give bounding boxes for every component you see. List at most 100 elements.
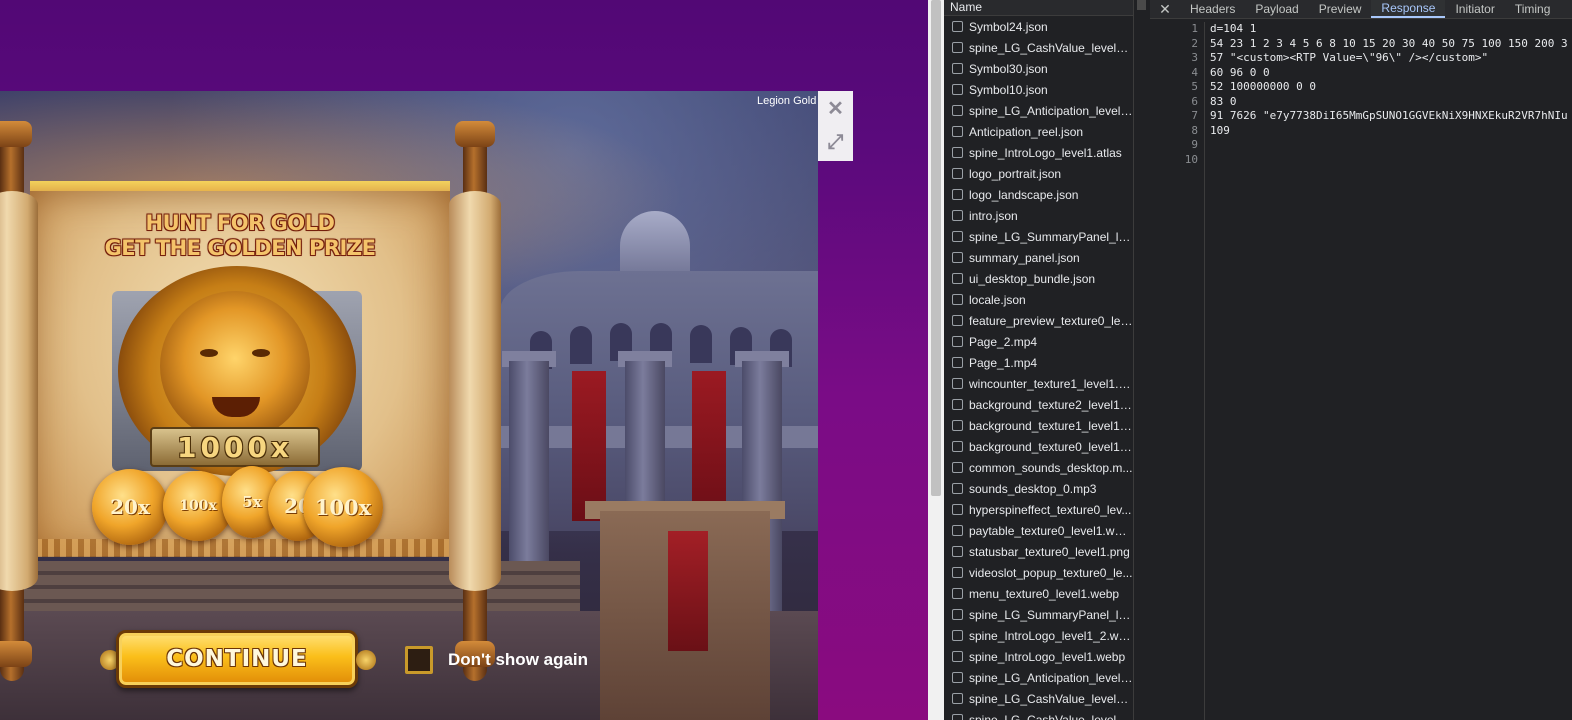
request-checkbox[interactable] bbox=[952, 630, 963, 641]
request-row[interactable]: hyperspineffect_texture0_lev... bbox=[944, 499, 1133, 520]
request-checkbox[interactable] bbox=[952, 462, 963, 473]
game-title: Legion Gold bbox=[757, 95, 817, 107]
dont-show-again-option[interactable]: Don't show again bbox=[405, 646, 588, 674]
request-row[interactable]: Page_2.mp4 bbox=[944, 331, 1133, 352]
request-checkbox[interactable] bbox=[952, 63, 963, 74]
request-checkbox[interactable] bbox=[952, 441, 963, 452]
request-row[interactable]: spine_LG_CashValue_level1.at... bbox=[944, 37, 1133, 58]
lion-head-image bbox=[160, 291, 310, 441]
request-row[interactable]: background_texture1_level1.... bbox=[944, 415, 1133, 436]
request-checkbox[interactable] bbox=[952, 105, 963, 116]
request-checkbox[interactable] bbox=[952, 588, 963, 599]
request-row[interactable]: statusbar_texture0_level1.png bbox=[944, 541, 1133, 562]
request-row[interactable]: ui_desktop_bundle.json bbox=[944, 268, 1133, 289]
tab-headers[interactable]: Headers bbox=[1180, 0, 1245, 18]
request-checkbox[interactable] bbox=[952, 126, 963, 137]
request-row[interactable]: spine_IntroLogo_level1.webp bbox=[944, 646, 1133, 667]
request-name: logo_landscape.json bbox=[969, 187, 1079, 202]
request-checkbox[interactable] bbox=[952, 189, 963, 200]
game-side-controls: ✕ ⤢ bbox=[818, 91, 853, 161]
tab-timing[interactable]: Timing bbox=[1505, 0, 1561, 18]
request-checkbox[interactable] bbox=[952, 693, 963, 704]
request-row[interactable]: wincounter_texture1_level1.p... bbox=[944, 373, 1133, 394]
request-row[interactable]: menu_texture0_level1.webp bbox=[944, 583, 1133, 604]
request-checkbox[interactable] bbox=[952, 357, 963, 368]
request-row[interactable]: Symbol10.json bbox=[944, 79, 1133, 100]
request-checkbox[interactable] bbox=[952, 21, 963, 32]
request-row[interactable]: summary_panel.json bbox=[944, 247, 1133, 268]
request-row[interactable]: background_texture0_level1.... bbox=[944, 436, 1133, 457]
game-frame: HUNT FOR GOLD GET THE GOLDEN PRIZE 1000x… bbox=[0, 91, 818, 720]
request-checkbox[interactable] bbox=[952, 609, 963, 620]
request-row[interactable]: spine_IntroLogo_level1.atlas bbox=[944, 142, 1133, 163]
tab-initiator[interactable]: Initiator bbox=[1445, 0, 1504, 18]
request-row[interactable]: background_texture2_level1.j... bbox=[944, 394, 1133, 415]
request-row[interactable]: Symbol24.json bbox=[944, 16, 1133, 37]
request-checkbox[interactable] bbox=[952, 504, 963, 515]
response-text[interactable]: d=104 1 54 23 1 2 3 4 5 6 8 10 15 20 30 4… bbox=[1205, 22, 1568, 720]
tab-payload[interactable]: Payload bbox=[1245, 0, 1308, 18]
close-detail-icon[interactable]: ✕ bbox=[1150, 0, 1180, 18]
request-checkbox[interactable] bbox=[952, 651, 963, 662]
request-checkbox[interactable] bbox=[952, 420, 963, 431]
request-row[interactable]: logo_portrait.json bbox=[944, 163, 1133, 184]
request-row[interactable]: logo_landscape.json bbox=[944, 184, 1133, 205]
scroll-greek-border bbox=[30, 539, 450, 557]
multiplier-plate: 1000x bbox=[150, 427, 320, 467]
request-row[interactable]: intro.json bbox=[944, 205, 1133, 226]
continue-button[interactable]: CONTINUE bbox=[116, 630, 358, 688]
request-checkbox[interactable] bbox=[952, 546, 963, 557]
request-checkbox[interactable] bbox=[952, 273, 963, 284]
request-detail-panel: ✕ Headers Payload Preview Response Initi… bbox=[1150, 0, 1572, 720]
request-row[interactable]: feature_preview_texture0_lev... bbox=[944, 310, 1133, 331]
request-row[interactable]: spine_LG_Anticipation_level1.... bbox=[944, 100, 1133, 121]
request-row[interactable]: paytable_texture0_level1.webp bbox=[944, 520, 1133, 541]
request-list-scrollbar[interactable] bbox=[1134, 0, 1149, 720]
page-scrollbar[interactable] bbox=[928, 0, 944, 720]
request-row[interactable]: locale.json bbox=[944, 289, 1133, 310]
request-checkbox[interactable] bbox=[952, 714, 963, 720]
request-checkbox[interactable] bbox=[952, 42, 963, 53]
page-scrollbar-thumb[interactable] bbox=[931, 0, 941, 496]
request-checkbox[interactable] bbox=[952, 231, 963, 242]
request-checkbox[interactable] bbox=[952, 483, 963, 494]
request-checkbox[interactable] bbox=[952, 294, 963, 305]
response-body[interactable]: 1 2 3 4 5 6 7 8 9 10 d=104 1 54 23 1 2 3 4 5 6 8 1… bbox=[1150, 22, 1572, 720]
request-checkbox[interactable] bbox=[952, 525, 963, 536]
request-row[interactable]: Symbol30.json bbox=[944, 58, 1133, 79]
close-icon[interactable]: ✕ bbox=[818, 91, 853, 125]
request-row[interactable]: common_sounds_desktop.m... bbox=[944, 457, 1133, 478]
request-name: spine_LG_CashValue_level1.w... bbox=[969, 712, 1133, 720]
multiplier-text: 1000x bbox=[177, 430, 293, 464]
request-name: spine_IntroLogo_level1_2.we... bbox=[969, 628, 1133, 643]
request-checkbox[interactable] bbox=[952, 84, 963, 95]
request-row[interactable]: spine_IntroLogo_level1_2.we... bbox=[944, 625, 1133, 646]
dont-show-again-checkbox[interactable] bbox=[405, 646, 433, 674]
request-row[interactable]: Anticipation_reel.json bbox=[944, 121, 1133, 142]
request-checkbox[interactable] bbox=[952, 210, 963, 221]
request-checkbox[interactable] bbox=[952, 168, 963, 179]
request-checkbox[interactable] bbox=[952, 336, 963, 347]
tab-preview[interactable]: Preview bbox=[1309, 0, 1372, 18]
request-checkbox[interactable] bbox=[952, 672, 963, 683]
expand-icon[interactable]: ⤢ bbox=[818, 125, 853, 159]
request-row[interactable]: videoslot_popup_texture0_le... bbox=[944, 562, 1133, 583]
request-row[interactable]: spine_LG_Anticipation_level1.... bbox=[944, 667, 1133, 688]
request-checkbox[interactable] bbox=[952, 399, 963, 410]
request-row[interactable]: spine_LG_SummaryPanel_lev... bbox=[944, 226, 1133, 247]
request-checkbox[interactable] bbox=[952, 567, 963, 578]
request-row[interactable]: sounds_desktop_0.mp3 bbox=[944, 478, 1133, 499]
request-row[interactable]: Page_1.mp4 bbox=[944, 352, 1133, 373]
request-name: spine_IntroLogo_level1.atlas bbox=[969, 145, 1122, 160]
request-row[interactable]: spine_LG_SummaryPanel_lev... bbox=[944, 604, 1133, 625]
request-checkbox[interactable] bbox=[952, 147, 963, 158]
request-row[interactable]: spine_LG_CashValue_level1.w... bbox=[944, 709, 1133, 720]
request-checkbox[interactable] bbox=[952, 315, 963, 326]
name-column-header[interactable]: Name bbox=[944, 0, 1133, 16]
request-name: Page_1.mp4 bbox=[969, 355, 1038, 370]
request-checkbox[interactable] bbox=[952, 252, 963, 263]
tab-response[interactable]: Response bbox=[1371, 0, 1446, 18]
request-checkbox[interactable] bbox=[952, 378, 963, 389]
request-row[interactable]: spine_LG_CashValue_level1_2... bbox=[944, 688, 1133, 709]
request-list-scroll-thumb[interactable] bbox=[1137, 0, 1146, 10]
